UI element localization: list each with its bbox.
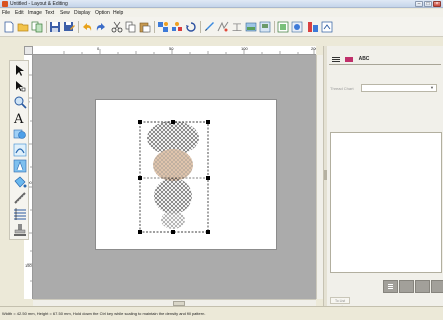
text-tool-icon[interactable]: 工 [231, 21, 243, 33]
stitch-lines-icon[interactable] [13, 207, 27, 221]
open-file-icon[interactable] [17, 21, 29, 33]
right-panel: ABC Thread Chart ▼ To List mode [327, 46, 443, 309]
zoom-icon[interactable] [13, 95, 27, 109]
design-center-icon[interactable] [259, 21, 271, 33]
preview-icon[interactable] [277, 21, 289, 33]
undo-icon[interactable] [81, 21, 93, 33]
minimize-button[interactable]: – [415, 1, 423, 7]
toolbar-separator [200, 21, 201, 33]
menu-edit[interactable]: Edit [15, 10, 24, 16]
main-toolbar: 工 [0, 17, 443, 37]
menu-option[interactable]: Option [95, 10, 110, 16]
ruler-label: 100 [241, 46, 248, 51]
to-list-mode-button[interactable]: To List mode [330, 297, 350, 309]
menu-help[interactable]: Help [113, 10, 123, 16]
close-button[interactable]: × [433, 1, 441, 7]
cross-stitch-icon[interactable] [330, 55, 342, 63]
photo-stitch-icon[interactable] [245, 21, 257, 33]
toolbar-separator [78, 21, 79, 33]
horizontal-scrollbar[interactable] [33, 299, 316, 306]
outline-icon[interactable] [13, 143, 27, 157]
menu-bar: File Edit Image Text Sew Display Option … [0, 9, 443, 17]
window-title: Untitled - Layout & Editing [10, 1, 68, 7]
thread-chart-select[interactable]: ▼ [361, 84, 437, 92]
toolbar-separator [154, 21, 155, 33]
thread-chart-label: Thread Chart [330, 86, 354, 91]
svg-text:A: A [13, 112, 24, 125]
fill-icon[interactable] [13, 159, 27, 173]
ruler-corner [24, 46, 33, 55]
rotate-icon[interactable] [185, 21, 197, 33]
svg-text:工: 工 [232, 23, 242, 33]
measure-icon[interactable] [13, 191, 27, 205]
toolbar-separator [274, 21, 275, 33]
shape-icon[interactable] [13, 127, 27, 141]
toolbar-separator [46, 21, 47, 33]
menu-text[interactable]: Text [45, 10, 54, 16]
ruler-label: 200 [311, 46, 316, 51]
ruler-label: 50 [169, 46, 174, 51]
group-icon[interactable] [157, 21, 169, 33]
thread-color-list[interactable] [330, 132, 442, 273]
save-as-icon[interactable] [63, 21, 75, 33]
app-icon [2, 1, 8, 7]
stitch-icon[interactable] [217, 21, 229, 33]
sewing-attributes-icon[interactable] [321, 21, 333, 33]
bucket-icon[interactable] [13, 175, 27, 189]
chevron-down-icon[interactable]: ▼ [428, 85, 436, 91]
text-icon[interactable]: A [13, 111, 27, 125]
redo-icon[interactable] [95, 21, 107, 33]
move-up-button[interactable] [399, 280, 414, 293]
save-icon[interactable] [49, 21, 61, 33]
copy-icon[interactable] [125, 21, 137, 33]
paste-icon[interactable] [139, 21, 151, 33]
select-icon[interactable] [13, 63, 27, 77]
embroidery-design-icon[interactable] [136, 118, 211, 236]
pen-icon[interactable] [203, 21, 215, 33]
status-text: Width = 42.50 mm, Height = 67.50 mm, Hol… [2, 311, 206, 316]
realistic-preview-icon[interactable] [291, 21, 303, 33]
new-file-icon[interactable] [3, 21, 15, 33]
properties-icon[interactable] [307, 21, 319, 33]
ruler-label: 150 [25, 263, 32, 268]
tab-abc[interactable]: ABC [356, 55, 372, 63]
horizontal-ruler: mm 0 50 100 200 [24, 46, 316, 55]
color-settings-button[interactable] [431, 280, 443, 293]
ruler-label: 0 [97, 46, 100, 51]
menu-display[interactable]: Display [74, 10, 90, 16]
ungroup-icon[interactable] [171, 21, 183, 33]
title-bar: Untitled - Layout & Editing – □ × [0, 0, 443, 8]
menu-sew[interactable]: Sew [60, 10, 70, 16]
menu-file[interactable]: File [2, 10, 10, 16]
sort-order-button[interactable] [383, 280, 398, 293]
cut-icon[interactable] [111, 21, 123, 33]
status-bar: Width = 42.50 mm, Height = 67.50 mm, Hol… [0, 306, 443, 320]
left-tool-palette: A [9, 60, 29, 240]
move-down-button[interactable] [415, 280, 430, 293]
tab-underline [329, 64, 441, 65]
menu-image[interactable]: Image [28, 10, 42, 16]
color-swatch-icon[interactable] [343, 55, 355, 63]
import-icon[interactable] [31, 21, 43, 33]
point-edit-icon[interactable] [13, 79, 27, 93]
vertical-scrollbar[interactable] [316, 55, 323, 299]
stamp-icon[interactable] [13, 223, 27, 237]
maximize-button[interactable]: □ [424, 1, 432, 7]
